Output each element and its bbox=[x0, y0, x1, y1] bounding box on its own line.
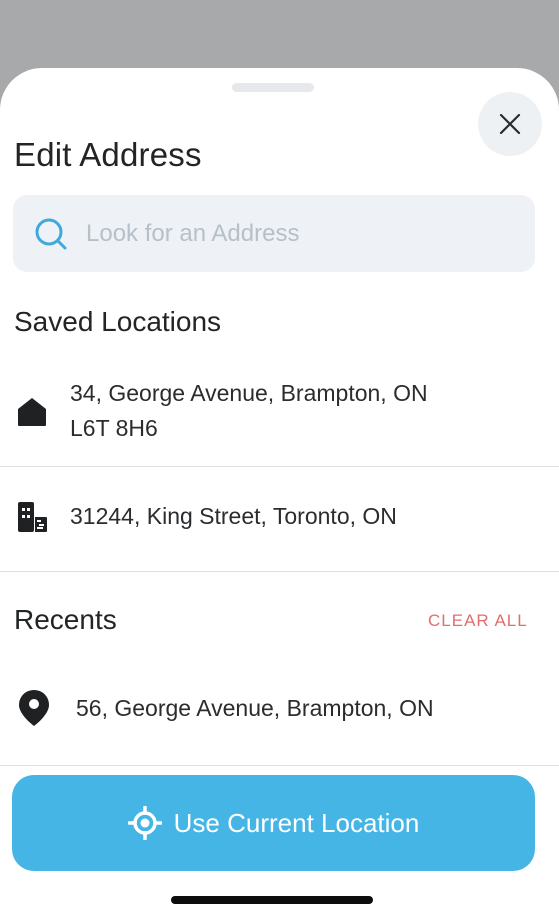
office-building-icon bbox=[14, 499, 50, 535]
search-icon bbox=[33, 216, 69, 252]
recent-location-item[interactable]: 56, George Avenue, Brampton, ON bbox=[0, 668, 559, 764]
divider bbox=[0, 571, 559, 572]
use-current-location-button[interactable]: Use Current Location bbox=[12, 775, 535, 871]
sheet-grabber[interactable] bbox=[232, 83, 314, 92]
page-title: Edit Address bbox=[14, 136, 202, 173]
divider bbox=[0, 765, 559, 766]
map-pin-icon bbox=[16, 690, 52, 726]
close-button[interactable] bbox=[478, 92, 542, 156]
saved-location-item-office[interactable]: 31244, King Street, Toronto, ON bbox=[0, 467, 559, 571]
saved-location-address: 31244, King Street, Toronto, ON bbox=[70, 503, 397, 529]
recent-location-address: 56, George Avenue, Brampton, ON bbox=[76, 695, 434, 721]
search-input[interactable] bbox=[84, 218, 508, 249]
saved-location-item-home[interactable]: 34, George Avenue, Brampton, ON L6T 8H6 bbox=[0, 368, 559, 466]
saved-location-address: 34, George Avenue, Brampton, ON L6T 8H6 bbox=[70, 380, 428, 441]
close-icon bbox=[499, 113, 521, 135]
bottom-sheet: Edit Address Saved Locations 34, George … bbox=[0, 68, 559, 910]
saved-locations-heading: Saved Locations bbox=[14, 306, 222, 337]
search-bar[interactable] bbox=[13, 195, 535, 272]
locate-crosshair-icon bbox=[127, 806, 162, 840]
clear-all-button[interactable]: CLEAR ALL bbox=[428, 611, 528, 631]
use-current-location-label: Use Current Location bbox=[173, 807, 420, 838]
home-icon bbox=[14, 394, 50, 430]
recents-heading: Recents bbox=[14, 604, 117, 635]
home-indicator bbox=[171, 896, 373, 904]
